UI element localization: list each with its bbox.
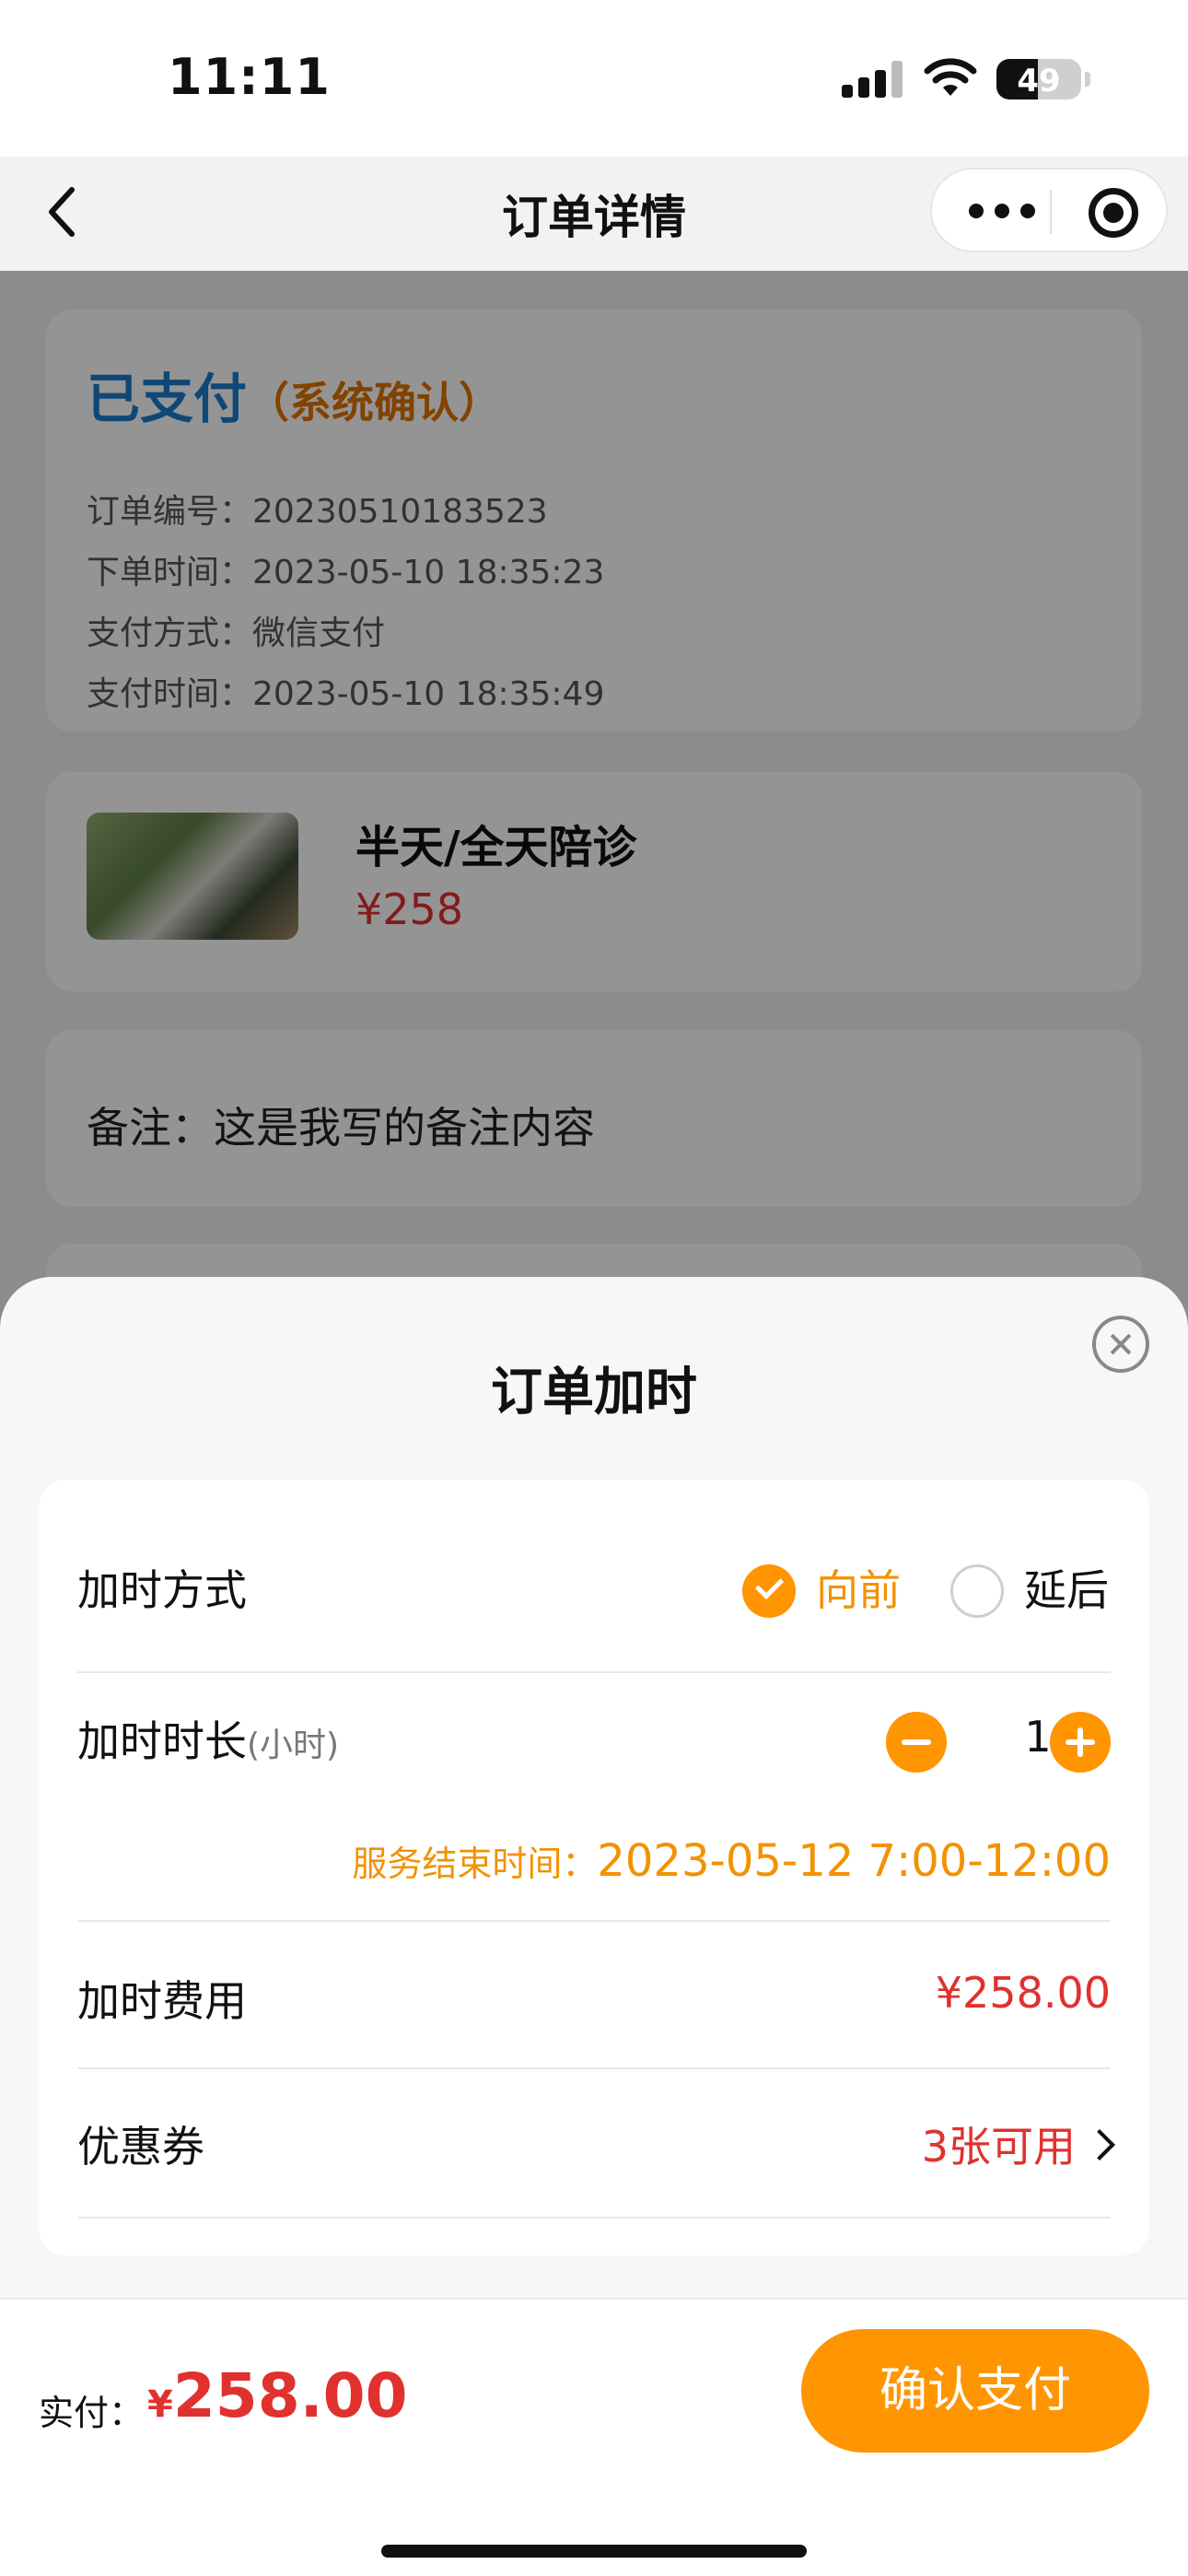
battery-tip — [1085, 72, 1090, 87]
service-end-time: 服务结束时间：2023-05-12 7:00-12:00 — [352, 1835, 1111, 1887]
end-time-label: 服务结束时间： — [352, 1844, 598, 1884]
confirm-pay-button[interactable]: 确认支付 — [801, 2329, 1149, 2453]
battery-icon: 49 — [996, 59, 1081, 100]
pay-currency: ¥ — [147, 2383, 173, 2426]
status-bar: 11:11 49 订单详情 — [0, 0, 1188, 252]
payment-footer: 实付： ¥258.00 确认支付 — [0, 2298, 1188, 2576]
mini-program-capsule — [930, 168, 1168, 252]
decrease-button[interactable] — [886, 1712, 947, 1773]
status-time: 11:11 — [168, 48, 331, 106]
duration-label-text: 加时时长 — [77, 1716, 247, 1766]
divider — [77, 1920, 1111, 1922]
increase-button[interactable] — [1050, 1712, 1111, 1773]
cellular-signal-icon — [842, 61, 903, 98]
add-time-panel: 加时方式 向前 延后 加时时长(小时) 1 服务结束时间：2023-05-12 … — [39, 1480, 1149, 2255]
pay-amount-value: 258.00 — [172, 2360, 408, 2431]
divider — [77, 2217, 1111, 2219]
duration-unit: (小时) — [247, 1727, 340, 1764]
option-delay-label[interactable]: 延后 — [1024, 1557, 1109, 1618]
option-forward-label[interactable]: 向前 — [816, 1557, 901, 1618]
divider — [77, 2067, 1111, 2069]
sheet-title: 订单加时 — [491, 1363, 697, 1423]
pay-label: 实付： — [39, 2393, 145, 2433]
battery-level: 49 — [1017, 63, 1061, 100]
wifi-icon — [924, 58, 977, 96]
fee-label: 加时费用 — [77, 1976, 247, 2026]
divider — [77, 1671, 1111, 1673]
coupon-selector[interactable]: 3张可用 — [921, 2113, 1115, 2174]
close-icon[interactable] — [1092, 1316, 1149, 1373]
home-indicator — [381, 2545, 807, 2558]
close-mini-program-icon[interactable] — [1089, 188, 1138, 238]
coupon-value: 3张可用 — [921, 2122, 1076, 2172]
pay-amount: ¥258.00 — [147, 2360, 408, 2431]
more-options-icon[interactable] — [965, 197, 1039, 225]
end-time-value: 2023-05-12 7:00-12:00 — [597, 1835, 1111, 1887]
capsule-divider — [1050, 190, 1052, 234]
duration-label: 加时时长(小时) — [77, 1708, 339, 1769]
fee-value: ¥258.00 — [935, 1968, 1111, 2018]
mode-label: 加时方式 — [77, 1565, 247, 1615]
chevron-right-icon — [1084, 2129, 1115, 2160]
radio-delay[interactable] — [950, 1564, 1004, 1618]
coupon-label: 优惠券 — [77, 2122, 204, 2172]
radio-forward[interactable] — [742, 1564, 796, 1618]
